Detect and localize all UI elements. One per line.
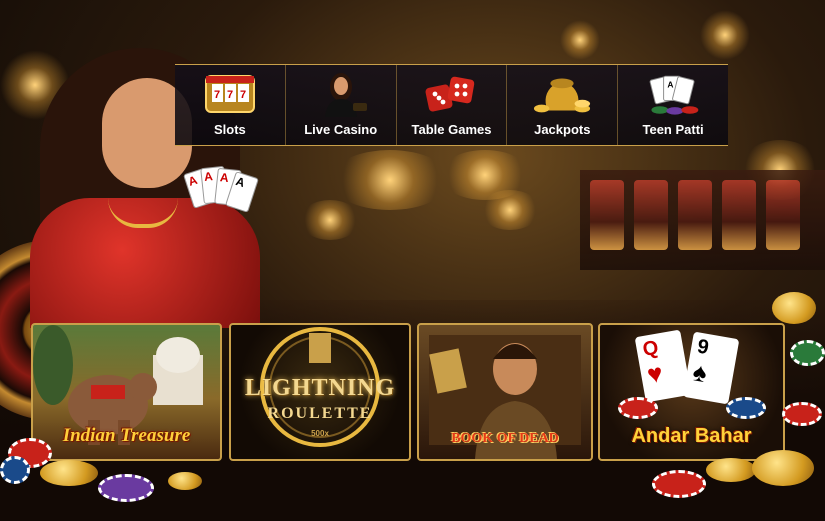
- svg-text:7: 7: [227, 89, 233, 101]
- multiplier-label: 500x: [311, 429, 329, 438]
- poker-chip-icon: [0, 456, 30, 484]
- nav-label: Teen Patti: [642, 122, 704, 137]
- nav-item-teen-patti[interactable]: A Teen Patti: [617, 65, 728, 145]
- svg-text:7: 7: [240, 89, 246, 101]
- nav-label: Live Casino: [304, 122, 378, 137]
- svg-text:7: 7: [214, 89, 220, 101]
- card-nine: 9 ♠: [682, 331, 740, 405]
- svg-text:A: A: [667, 79, 673, 89]
- gold-coin-icon: [752, 450, 814, 486]
- poker-chip-icon: [98, 474, 154, 502]
- playing-cards-icon: A: [643, 70, 703, 118]
- poker-chip-icon: [790, 340, 825, 366]
- poker-chip-icon: [652, 470, 706, 498]
- nav-label: Slots: [214, 122, 246, 137]
- gold-coin-icon: [40, 460, 98, 486]
- game-title-line2: ROULETTE: [267, 405, 373, 422]
- live-dealer-icon: [311, 70, 371, 118]
- gold-coin-icon: [168, 472, 202, 490]
- gold-coins-icon: [532, 70, 592, 118]
- nav-label: Jackpots: [534, 122, 591, 137]
- nav-item-slots[interactable]: 777 Slots: [175, 65, 285, 145]
- dice-icon: [421, 70, 481, 118]
- poker-chip-icon: [726, 397, 766, 419]
- game-tile-book-of-dead[interactable]: BOOK OF DEAD: [417, 323, 593, 461]
- poker-chip-icon: [782, 402, 822, 426]
- game-title: Andar Bahar: [631, 425, 752, 447]
- game-tile-andar-bahar[interactable]: Q ♥ 9 ♠ Andar Bahar: [598, 323, 785, 461]
- nav-item-jackpots[interactable]: Jackpots: [506, 65, 617, 145]
- nav-item-table-games[interactable]: Table Games: [395, 65, 507, 145]
- nav-label: Table Games: [411, 122, 492, 137]
- gold-coin-icon: [706, 458, 756, 482]
- slot-machine-icon: 777: [200, 70, 260, 118]
- background-slot-machines: [580, 170, 825, 270]
- game-title-line1: LIGHTNING: [244, 375, 396, 401]
- game-category-nav: 777 Slots Live Casino Table Games Jackpo…: [175, 64, 728, 146]
- game-tile-indian-treasure[interactable]: Indian Treasure: [31, 323, 222, 461]
- gold-coin-icon: [772, 292, 816, 324]
- game-title: Indian Treasure: [62, 425, 191, 446]
- game-tile-lightning-roulette[interactable]: LIGHTNING ROULETTE 500x: [229, 323, 411, 461]
- nav-item-live-casino[interactable]: Live Casino: [284, 65, 396, 145]
- poker-chip-icon: [618, 397, 658, 419]
- hand-of-cards-image: A A A A: [183, 165, 259, 240]
- game-title: BOOK OF DEAD: [451, 431, 559, 446]
